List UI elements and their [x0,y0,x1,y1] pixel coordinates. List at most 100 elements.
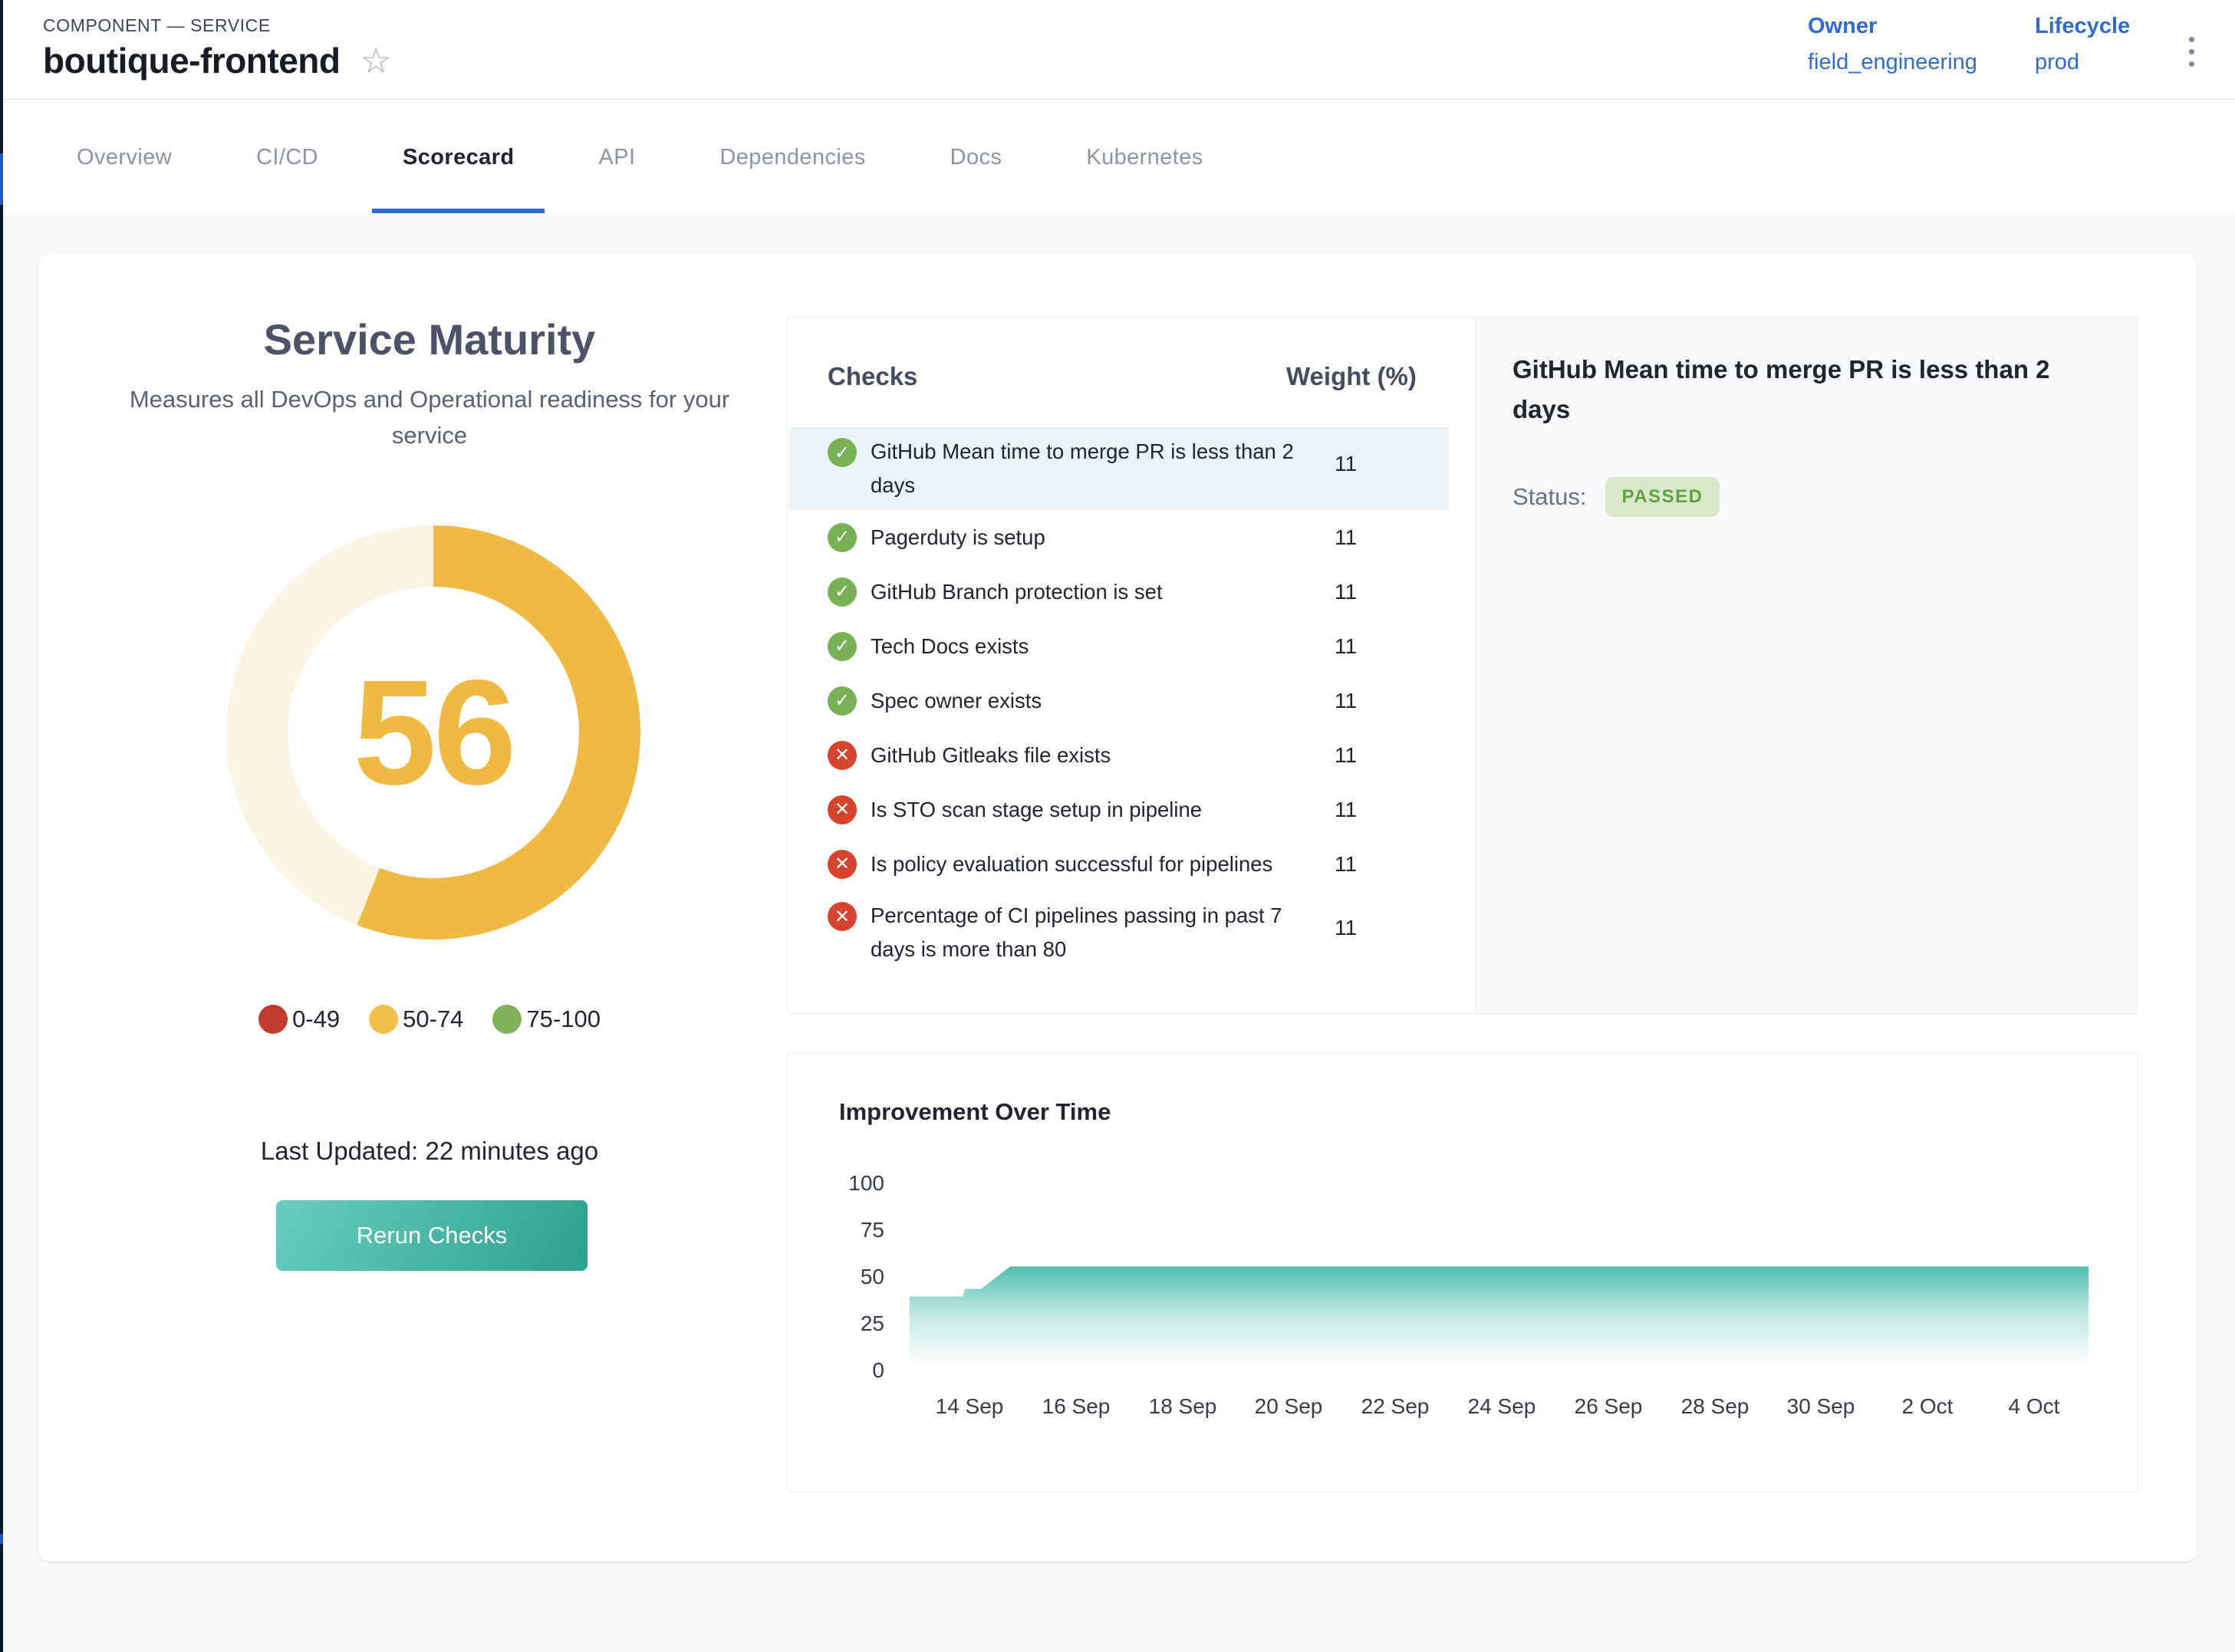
entity-header: COMPONENT — SERVICE boutique-frontend ☆ … [3,0,2235,100]
x-axis-tick: 16 Sep [1042,1394,1111,1419]
nav-rail-active-indicator [0,153,3,205]
rerun-checks-button[interactable]: Rerun Checks [276,1200,588,1271]
check-pass-icon: ✓ [828,686,857,716]
check-row[interactable]: ✕ Is STO scan stage setup in pipeline 11 [789,782,1449,837]
legend-label: 0-49 [292,1005,340,1033]
content: Service Maturity Measures all DevOps and… [3,215,2235,1652]
legend-label: 75-100 [526,1005,601,1033]
check-pass-icon: ✓ [828,578,857,607]
legend-item: 0-49 [258,1005,340,1034]
score-donut-hole: 56 [288,587,579,878]
weight-column-header: Weight (%) [1286,362,1417,391]
check-weight: 11 [1335,580,1357,604]
checks-column-header: Checks [828,362,917,391]
check-fail-icon: ✕ [828,850,857,879]
x-axis-tick: 30 Sep [1787,1394,1855,1419]
y-axis-tick: 25 [808,1311,884,1336]
improvement-chart-title: Improvement Over Time [839,1098,1111,1126]
check-label: GitHub Branch protection is set [871,575,1163,609]
legend-dot-icon [258,1005,288,1034]
check-row[interactable]: ✓ GitHub Branch protection is set 11 [789,564,1449,619]
x-axis-tick: 24 Sep [1468,1394,1536,1419]
x-axis-tick: 14 Sep [936,1394,1004,1419]
tab-ci-cd[interactable]: CI/CD [225,100,349,215]
checks-rows: ✓ GitHub Mean time to merge PR is less t… [789,427,1449,974]
check-row[interactable]: ✕ Is policy evaluation successful for pi… [789,837,1449,891]
check-status-row: Status: PASSED [1512,477,2102,517]
check-detail-panel: GitHub Mean time to merge PR is less tha… [1475,318,2139,1013]
page-title: boutique-frontend [43,40,341,81]
check-fail-icon: ✕ [828,741,857,770]
check-pass-icon: ✓ [828,632,857,661]
tab-overview[interactable]: Overview [46,100,202,215]
x-axis-tick: 22 Sep [1361,1394,1430,1419]
x-axis-tick: 28 Sep [1681,1394,1749,1419]
title-row: boutique-frontend ☆ [43,40,392,81]
owner-label: Owner [1808,14,1977,39]
score-donut-chart: 56 [226,525,640,940]
breadcrumb: COMPONENT — SERVICE [43,15,271,36]
collapsed-nav-rail[interactable] [0,0,3,1652]
x-axis-tick: 2 Oct [1902,1394,1954,1419]
check-pass-icon: ✓ [828,438,857,467]
check-weight: 11 [1335,743,1357,768]
y-axis-tick: 50 [808,1265,884,1289]
legend-label: 50-74 [403,1005,463,1033]
status-badge: PASSED [1605,477,1720,517]
x-axis-tick: 20 Sep [1255,1394,1323,1419]
tab-dependencies[interactable]: Dependencies [689,100,896,215]
status-label: Status: [1512,483,1587,511]
tab-bar: OverviewCI/CDScorecardAPIDependenciesDoc… [3,100,2235,215]
y-axis-tick: 75 [808,1218,884,1242]
check-row[interactable]: ✓ GitHub Mean time to merge PR is less t… [789,427,1449,510]
page: COMPONENT — SERVICE boutique-frontend ☆ … [0,0,2235,1652]
check-weight: 11 [1335,689,1357,713]
owner-meta: Owner field_engineering [1808,14,1977,75]
owner-value-link[interactable]: field_engineering [1808,50,1977,75]
scorecard-subtitle: Measures all DevOps and Operational read… [96,381,763,453]
check-weight: 11 [1335,634,1357,659]
legend-dot-icon [369,1005,398,1034]
scorecard-card: Service Maturity Measures all DevOps and… [38,253,2197,1562]
star-icon[interactable]: ☆ [360,43,392,78]
y-axis-tick: 0 [808,1358,884,1383]
check-label: Is policy evaluation successful for pipe… [871,847,1272,881]
legend-item: 75-100 [492,1005,601,1034]
lifecycle-meta: Lifecycle prod [2035,14,2130,75]
check-row[interactable]: ✓ Spec owner exists 11 [789,673,1449,728]
check-row[interactable]: ✕ Percentage of CI pipelines passing in … [789,891,1449,974]
checks-table: Checks Weight (%) ✓ GitHub Mean time to … [788,318,1475,1013]
check-row[interactable]: ✓ Tech Docs exists 11 [789,619,1449,673]
legend-item: 50-74 [369,1005,463,1034]
tab-docs[interactable]: Docs [920,100,1033,215]
check-label: Percentage of CI pipelines passing in pa… [871,899,1319,966]
tab-kubernetes[interactable]: Kubernetes [1055,100,1233,215]
check-label: GitHub Mean time to merge PR is less tha… [871,435,1319,502]
improvement-area-series [910,1184,2089,1371]
check-label: Pagerduty is setup [871,521,1045,555]
check-row[interactable]: ✕ GitHub Gitleaks file exists 11 [789,728,1449,782]
score-value: 56 [354,647,514,818]
tab-scorecard[interactable]: Scorecard [372,100,545,215]
check-label: Is STO scan stage setup in pipeline [871,793,1202,827]
tab-api[interactable]: API [568,100,666,215]
y-axis-tick: 100 [808,1171,884,1196]
check-fail-icon: ✕ [828,902,857,931]
check-label: Tech Docs exists [871,630,1029,663]
score-legend: 0-49 50-74 75-100 [84,1005,775,1034]
checks-panel: Checks Weight (%) ✓ GitHub Mean time to … [787,317,2138,1014]
lifecycle-value: prod [2035,50,2130,75]
checks-table-header: Checks Weight (%) [788,318,1475,427]
check-row[interactable]: ✓ Pagerduty is setup 11 [789,510,1449,564]
x-axis-tick: 18 Sep [1149,1394,1217,1419]
check-fail-icon: ✕ [828,795,857,824]
check-weight: 11 [1335,798,1357,822]
kebab-menu-icon[interactable] [2184,32,2199,71]
lifecycle-label: Lifecycle [2035,14,2130,39]
check-weight: 11 [1335,525,1357,550]
x-axis-tick: 4 Oct [2009,1394,2060,1419]
last-updated-text: Last Updated: 22 minutes ago [84,1137,775,1166]
check-weight: 11 [1335,916,1357,940]
improvement-chart-card: Improvement Over Time 100 75 50 25 0 14 Sep 1… [787,1053,2138,1492]
check-weight: 11 [1335,852,1357,877]
